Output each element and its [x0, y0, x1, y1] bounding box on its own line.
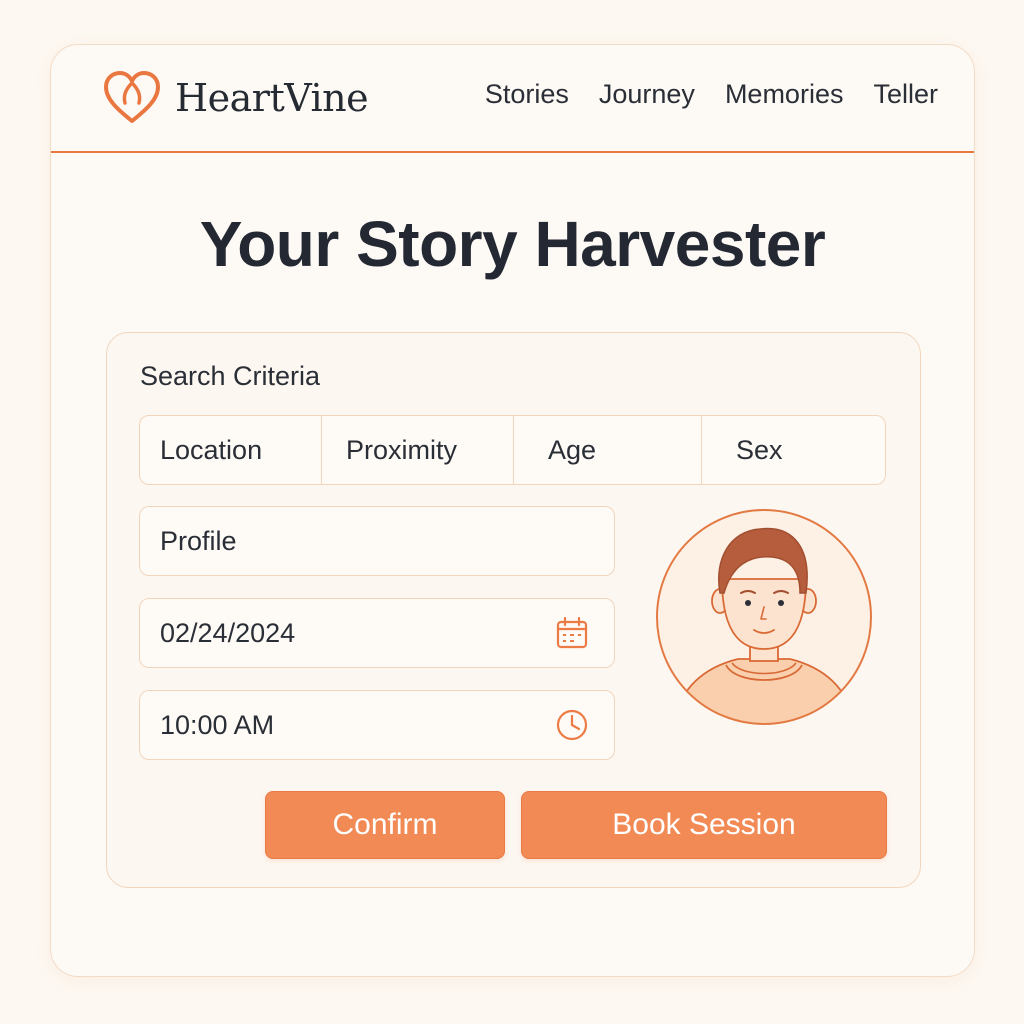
- profile-field[interactable]: Profile: [139, 506, 615, 576]
- filter-sex[interactable]: Sex: [702, 416, 885, 484]
- nav-link-teller[interactable]: Teller: [873, 79, 938, 110]
- profile-field-value: Profile: [160, 525, 237, 556]
- calendar-icon[interactable]: [552, 613, 592, 653]
- date-field-value: 02/24/2024: [160, 617, 296, 648]
- page-title: Your Story Harvester: [199, 208, 826, 280]
- confirm-button[interactable]: Confirm: [265, 791, 505, 859]
- filter-location[interactable]: Location: [140, 416, 322, 484]
- time-field[interactable]: 10:00 AM: [139, 690, 615, 760]
- app-window: HeartVine Stories Journey Memories Telle…: [50, 44, 975, 977]
- person-avatar-icon: [654, 507, 874, 727]
- time-field-value: 10:00 AM: [160, 709, 275, 740]
- nav-links: Stories Journey Memories Teller: [485, 79, 938, 110]
- date-field[interactable]: 02/24/2024: [139, 598, 615, 668]
- top-nav: HeartVine Stories Journey Memories Telle…: [51, 45, 974, 153]
- brand-name: HeartVine: [175, 76, 369, 120]
- filter-age[interactable]: Age: [514, 416, 702, 484]
- brand[interactable]: HeartVine: [101, 67, 369, 129]
- nav-link-stories[interactable]: Stories: [485, 79, 569, 110]
- nav-link-memories[interactable]: Memories: [725, 79, 844, 110]
- filter-proximity[interactable]: Proximity: [322, 416, 514, 484]
- search-panel: Search Criteria Location Proximity Age S…: [106, 332, 921, 888]
- panel-title: Search Criteria: [140, 361, 321, 391]
- heart-logo-icon: [104, 71, 160, 123]
- filter-bar: Location Proximity Age Sex: [139, 415, 886, 485]
- clock-icon[interactable]: [552, 705, 592, 745]
- nav-link-journey[interactable]: Journey: [599, 79, 695, 110]
- book-session-button[interactable]: Book Session: [521, 791, 887, 859]
